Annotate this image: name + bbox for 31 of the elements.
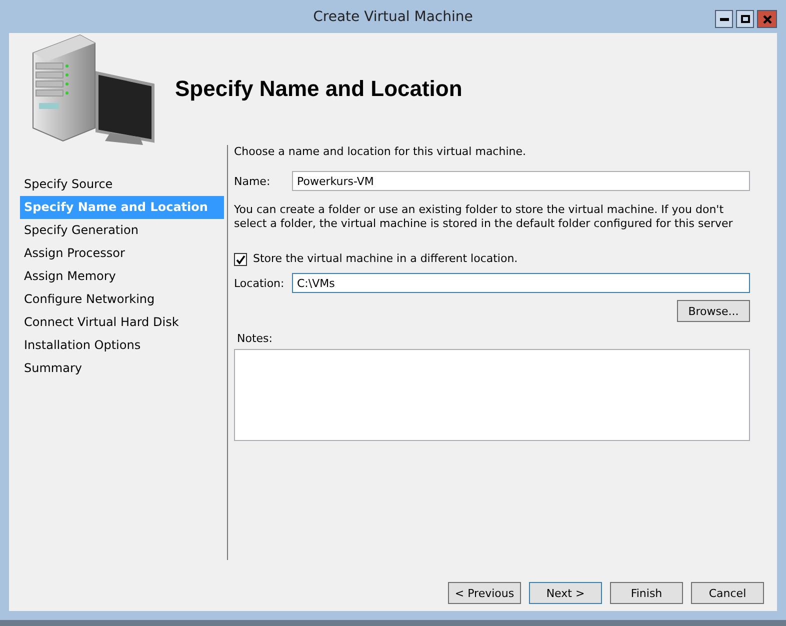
- maximize-button[interactable]: [736, 10, 754, 28]
- wizard-step[interactable]: Connect Virtual Hard Disk: [20, 311, 224, 334]
- wizard-step[interactable]: Specify Source: [20, 173, 224, 196]
- location-field[interactable]: C:\VMs: [292, 273, 750, 293]
- browse-button[interactable]: Browse...: [677, 300, 750, 322]
- minimize-icon: [720, 18, 728, 20]
- wizard-button[interactable]: Finish: [610, 582, 683, 604]
- wizard-step[interactable]: Installation Options: [20, 334, 224, 357]
- notes-field[interactable]: [234, 349, 750, 441]
- minimize-button[interactable]: [715, 10, 733, 28]
- window-title: Create Virtual Machine: [313, 8, 473, 24]
- name-field[interactable]: Powerkurs-VM: [292, 171, 750, 191]
- wizard-step[interactable]: Assign Memory: [20, 265, 224, 288]
- folder-hint: You can create a folder or use an existing folder to store the virtual machine. If you don't select a folder, the virtual machine is stored in the default folder configured for this server: [234, 203, 734, 231]
- location-label: Location:: [234, 276, 286, 290]
- wizard-step[interactable]: Summary: [20, 357, 224, 380]
- close-button[interactable]: [757, 10, 777, 28]
- notes-label: Notes:: [236, 332, 274, 346]
- wizard-step[interactable]: Specify Generation: [20, 219, 224, 242]
- wizard-button[interactable]: Cancel: [691, 582, 764, 604]
- page-title: Specify Name and Location: [175, 76, 462, 102]
- checkbox-label: Store the virtual machine in a different location.: [253, 252, 518, 266]
- wizard-button[interactable]: Next >: [529, 582, 602, 604]
- wizard-button[interactable]: < Previous: [448, 582, 521, 604]
- intro-text: Choose a name and location for this virtual machine.: [234, 145, 527, 159]
- wizard-step[interactable]: Assign Processor: [20, 242, 224, 265]
- close-icon: [762, 14, 772, 24]
- name-label: Name:: [234, 174, 272, 188]
- maximize-icon: [740, 15, 750, 23]
- store-checkbox[interactable]: [234, 252, 247, 266]
- wizard-step[interactable]: Configure Networking: [20, 288, 224, 311]
